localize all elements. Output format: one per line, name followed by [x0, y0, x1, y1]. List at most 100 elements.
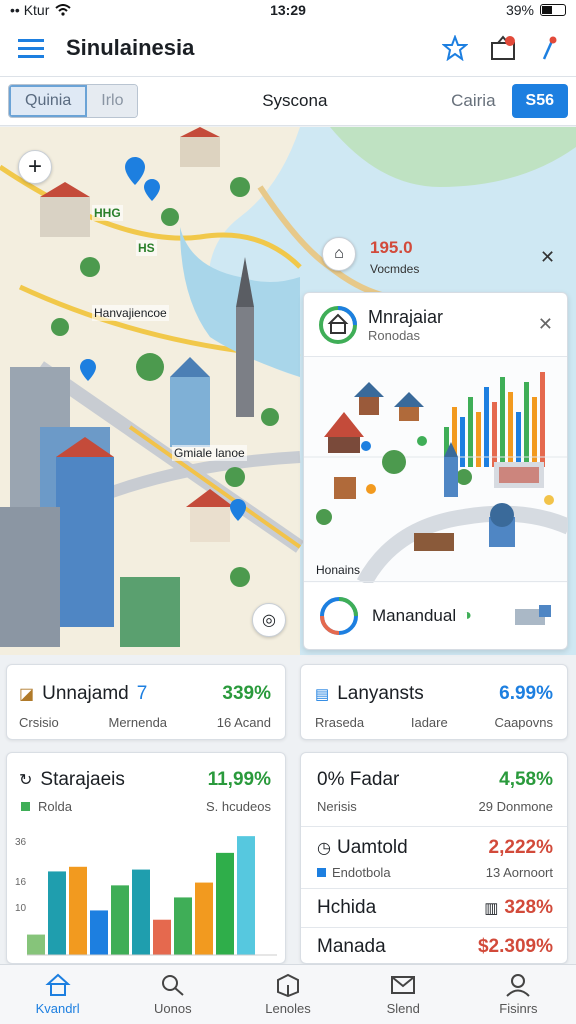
- list-item-3[interactable]: Manada $2.309%: [301, 928, 567, 958]
- chart-bar: [153, 919, 171, 955]
- clock-icon: ◷: [317, 840, 331, 857]
- list-item-3-title: Manada: [317, 936, 386, 957]
- tab-search[interactable]: Uonos: [115, 965, 230, 1024]
- list-item-1-value: 2,222%: [488, 837, 553, 858]
- segment-control: Quinia Irlo: [8, 84, 139, 118]
- list-item-1-title: Uamtold: [336, 837, 408, 858]
- tab-profile[interactable]: Fisinrs: [461, 965, 576, 1024]
- kpi-card-1-accent: 7: [136, 683, 148, 704]
- menu-icon[interactable]: [18, 38, 44, 58]
- search-icon: [161, 975, 184, 996]
- page-title: Sinulainesia: [66, 35, 195, 60]
- tab-search-label: Uonos: [154, 1001, 192, 1016]
- map-info-button[interactable]: ⌂: [322, 237, 356, 271]
- tab-mail-label: Slend: [386, 1001, 420, 1016]
- kpi-card-1-title: Unnajamd: [42, 683, 129, 704]
- kpi-card-1[interactable]: ◪ Unnajamd 7 339% Crsisio Mernenda 16 Ac…: [6, 664, 286, 740]
- tab-profile-label: Fisinrs: [499, 1001, 538, 1016]
- app-header: Sinulainesia: [0, 20, 576, 76]
- tab-home-label: Kvandrl: [35, 1001, 80, 1016]
- list-card-value: 4,58%: [499, 769, 553, 790]
- y-tick-label: 16: [15, 877, 27, 888]
- plus-icon: +: [27, 153, 42, 180]
- user-icon: ◎: [262, 612, 276, 629]
- list-item-2-title: Hchida: [317, 897, 377, 918]
- kpi-card-1-value: 339%: [222, 683, 271, 704]
- kpi-card-1-sub3: 16 Acand: [216, 715, 271, 730]
- list-card-title: 0% Fadar: [317, 769, 400, 790]
- legend-swatch: [21, 802, 30, 811]
- folder-icon: ▤: [315, 686, 330, 703]
- profile-icon: [506, 974, 531, 997]
- chart-bar: [132, 869, 150, 955]
- chart-bar: [27, 934, 45, 955]
- bar-chart: 36 16 10: [15, 836, 277, 956]
- list-item-2-value: 328%: [504, 897, 553, 918]
- check-icon: ◑: [462, 606, 472, 624]
- tab-packages[interactable]: Lenoles: [230, 965, 345, 1024]
- toolbar-center-label[interactable]: Syscona: [138, 91, 451, 111]
- tab-home[interactable]: Kvandrl: [0, 965, 115, 1024]
- map-landmark-label: Gmiale lanoe: [172, 445, 247, 461]
- map-stat: 195.0 Vocmdes: [370, 238, 419, 276]
- panel-close-icon[interactable]: ✕: [538, 314, 553, 335]
- chart-bar: [111, 885, 129, 955]
- chart-legend-label: Rolda: [38, 799, 72, 814]
- toolbar-right-label[interactable]: Cairia: [451, 91, 495, 111]
- list-item-1-sub2: 13 Aornoort: [485, 865, 553, 880]
- y-tick-label: 10: [15, 903, 27, 914]
- close-icon[interactable]: ✕: [540, 247, 555, 268]
- legend-swatch-blue: [317, 868, 326, 877]
- info-icon: ⌂: [334, 245, 344, 262]
- status-bar: •• Ktur 13:29 39%: [0, 0, 576, 20]
- kpi-card-2[interactable]: ▤ Lanyansts 6.99% Rraseda Iadare Caapovn…: [300, 664, 568, 740]
- chart-card-value: 11,99%: [207, 769, 271, 790]
- zoom-in-button[interactable]: +: [18, 150, 52, 184]
- chart-card-title: Starajaeis: [40, 769, 125, 790]
- segment-option-2[interactable]: Irlo: [87, 85, 138, 117]
- list-item-3-value: $2.309%: [477, 936, 553, 957]
- toolbar-action-button[interactable]: S56: [511, 84, 568, 118]
- y-tick-label: 36: [15, 837, 27, 848]
- list-card-sub1: Nerisis: [317, 799, 357, 814]
- list-card[interactable]: 0% Fadar 4,58% Nerisis 29 Donmone ◷ Uamto…: [300, 752, 568, 964]
- panel-subtitle: Ronodas: [368, 327, 421, 343]
- tab-packages-label: Lenoles: [265, 1001, 311, 1016]
- chart-bar: [69, 866, 87, 955]
- segment-option-1[interactable]: Quinia: [9, 85, 88, 117]
- list-item-2[interactable]: Hchida ▥ 328%: [301, 889, 567, 927]
- kpi-card-2-sub2: Iadare: [410, 715, 448, 730]
- list-item-1-sub1: Endotbola: [332, 865, 391, 880]
- panel-title: Mnrajaiar: [368, 306, 444, 327]
- map-stat-label: Vocmdes: [370, 262, 420, 276]
- kpi-card-1-sub1: Crsisio: [19, 715, 59, 730]
- chart-bar: [48, 871, 66, 955]
- filter-toolbar: Quinia Irlo Syscona Cairia S56: [0, 76, 576, 126]
- pin-icon[interactable]: [540, 35, 558, 61]
- chart-bar: [195, 882, 213, 955]
- panel-footer-label: Manandual: [372, 605, 457, 625]
- status-time: 13:29: [270, 2, 306, 18]
- map-district-label: Hanvajiencoe: [92, 305, 169, 321]
- map-tag-2: HS: [136, 240, 157, 256]
- shield-icon: ◪: [19, 686, 35, 703]
- list-card-sub2: 29 Donmone: [478, 799, 553, 814]
- progress-ring-icon: [320, 596, 358, 635]
- card-icon: ▥: [484, 900, 499, 917]
- notification-icon[interactable]: [490, 35, 518, 61]
- chart-card[interactable]: ↻ Starajaeis 11,99% Rolda S. hcudeos 36 1…: [6, 752, 286, 964]
- mail-icon: [391, 976, 416, 994]
- list-item-1[interactable]: ◷ Uamtold 2,222%: [301, 827, 567, 859]
- panel-map-label: Honains: [316, 563, 361, 577]
- refresh-icon: ↻: [19, 772, 33, 789]
- kpi-card-2-value: 6.99%: [499, 683, 553, 704]
- tab-mail[interactable]: Slend: [346, 965, 461, 1024]
- box-icon: [277, 973, 299, 997]
- chart-card-sub: S. hcudeos: [205, 799, 271, 814]
- chart-bar: [216, 852, 234, 955]
- user-location-button[interactable]: ◎: [252, 603, 286, 637]
- panel-illustration: [304, 357, 567, 583]
- battery-icon: [540, 4, 566, 16]
- star-icon[interactable]: [442, 35, 468, 61]
- info-panel: Mnrajaiar Ronodas ✕ Honains Manandual ◑: [303, 292, 568, 650]
